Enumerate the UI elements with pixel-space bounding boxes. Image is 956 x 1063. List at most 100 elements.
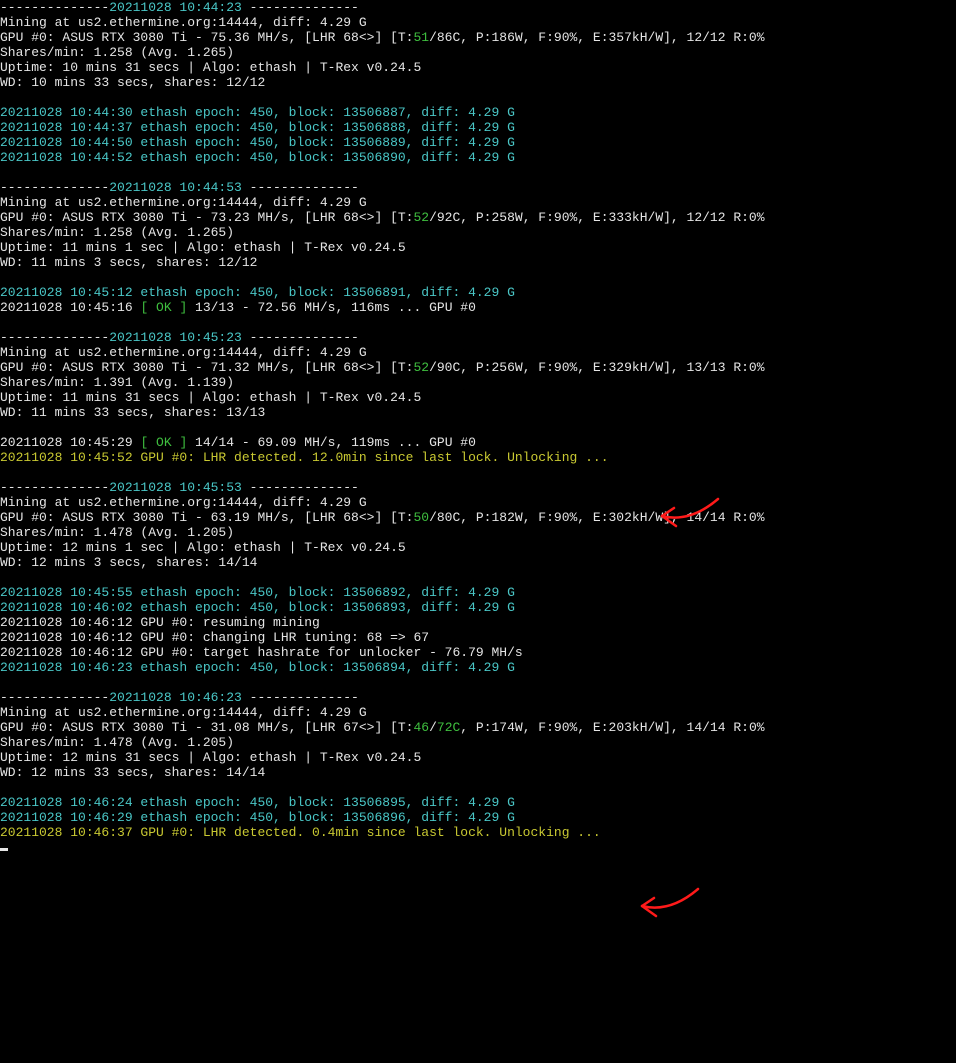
log-segment: 20211028 10:46:12 GPU #0: target hashrat…: [0, 645, 523, 660]
log-segment: Uptime: 11 mins 1 sec | Algo: ethash | T…: [0, 240, 406, 255]
log-segment: Mining at us2.ethermine.org:14444, diff:…: [0, 195, 367, 210]
log-segment: --------------: [242, 690, 359, 705]
log-segment: /92C, P:258W, F:90%, E:333kH/W], 12/12 R…: [429, 210, 764, 225]
log-segment: --------------: [0, 480, 109, 495]
log-line: 20211028 10:46:12 GPU #0: target hashrat…: [0, 645, 956, 660]
log-line: 20211028 10:45:12 ethash epoch: 450, blo…: [0, 285, 956, 300]
log-line: Shares/min: 1.478 (Avg. 1.205): [0, 525, 956, 540]
log-line: GPU #0: ASUS RTX 3080 Ti - 31.08 MH/s, […: [0, 720, 956, 735]
log-segment: 20211028 10:45:53: [109, 480, 242, 495]
log-line: [0, 165, 956, 180]
log-segment: 20211028 10:44:23: [109, 0, 242, 15]
log-line: Shares/min: 1.391 (Avg. 1.139): [0, 375, 956, 390]
log-segment: Shares/min: 1.478 (Avg. 1.205): [0, 525, 234, 540]
log-segment: Mining at us2.ethermine.org:14444, diff:…: [0, 15, 367, 30]
log-segment: --------------: [0, 690, 109, 705]
log-segment: Shares/min: 1.258 (Avg. 1.265): [0, 225, 234, 240]
log-line: GPU #0: ASUS RTX 3080 Ti - 73.23 MH/s, […: [0, 210, 956, 225]
log-line: 20211028 10:46:24 ethash epoch: 450, blo…: [0, 795, 956, 810]
log-segment: 20211028 10:44:53: [109, 180, 242, 195]
log-segment: --------------: [242, 0, 359, 15]
log-segment: WD: 12 mins 33 secs, shares: 14/14: [0, 765, 265, 780]
log-line: Uptime: 11 mins 1 sec | Algo: ethash | T…: [0, 240, 956, 255]
log-line: 20211028 10:44:30 ethash epoch: 450, blo…: [0, 105, 956, 120]
log-segment: 20211028 10:46:02 ethash epoch: 450, blo…: [0, 600, 515, 615]
log-segment: 20211028 10:46:24 ethash epoch: 450, blo…: [0, 795, 515, 810]
log-line: [0, 315, 956, 330]
log-line: 20211028 10:46:29 ethash epoch: 450, blo…: [0, 810, 956, 825]
log-line: 20211028 10:46:12 GPU #0: resuming minin…: [0, 615, 956, 630]
log-segment: --------------: [242, 480, 359, 495]
log-segment: --------------: [0, 330, 109, 345]
log-segment: GPU #0: ASUS RTX 3080 Ti - 71.32 MH/s, […: [0, 360, 413, 375]
log-line: 20211028 10:46:23 ethash epoch: 450, blo…: [0, 660, 956, 675]
log-line: [0, 780, 956, 795]
log-line: Mining at us2.ethermine.org:14444, diff:…: [0, 195, 956, 210]
log-segment: Mining at us2.ethermine.org:14444, diff:…: [0, 705, 367, 720]
log-line: GPU #0: ASUS RTX 3080 Ti - 75.36 MH/s, […: [0, 30, 956, 45]
log-line: Mining at us2.ethermine.org:14444, diff:…: [0, 15, 956, 30]
log-line: 20211028 10:45:52 GPU #0: LHR detected. …: [0, 450, 956, 465]
log-segment: Uptime: 12 mins 31 secs | Algo: ethash |…: [0, 750, 421, 765]
log-segment: Shares/min: 1.391 (Avg. 1.139): [0, 375, 234, 390]
log-line: Mining at us2.ethermine.org:14444, diff:…: [0, 495, 956, 510]
log-line: 20211028 10:45:55 ethash epoch: 450, blo…: [0, 585, 956, 600]
log-segment: 20211028 10:46:37 GPU #0: LHR detected. …: [0, 825, 601, 840]
log-line: Shares/min: 1.478 (Avg. 1.205): [0, 735, 956, 750]
log-segment: 20211028 10:44:30 ethash epoch: 450, blo…: [0, 105, 515, 120]
log-segment: 20211028 10:44:50 ethash epoch: 450, blo…: [0, 135, 515, 150]
log-line: WD: 12 mins 3 secs, shares: 14/14: [0, 555, 956, 570]
log-segment: 20211028 10:44:37 ethash epoch: 450, blo…: [0, 120, 515, 135]
log-segment: 20211028 10:46:12 GPU #0: changing LHR t…: [0, 630, 429, 645]
log-line: 20211028 10:44:37 ethash epoch: 450, blo…: [0, 120, 956, 135]
log-segment: 14/14 - 69.09 MH/s, 119ms ... GPU #0: [187, 435, 476, 450]
log-line: Uptime: 12 mins 31 secs | Algo: ethash |…: [0, 750, 956, 765]
log-segment: /80C, P:182W, F:90%, E:302kH/W], 14/14 R…: [429, 510, 764, 525]
cursor-line: [0, 840, 956, 855]
terminal-output[interactable]: --------------20211028 10:44:23 --------…: [0, 0, 956, 855]
log-segment: WD: 11 mins 33 secs, shares: 13/13: [0, 405, 265, 420]
log-line: 20211028 10:44:50 ethash epoch: 450, blo…: [0, 135, 956, 150]
log-line: Uptime: 10 mins 31 secs | Algo: ethash |…: [0, 60, 956, 75]
log-segment: Uptime: 10 mins 31 secs | Algo: ethash |…: [0, 60, 421, 75]
log-segment: /86C, P:186W, F:90%, E:357kH/W], 12/12 R…: [429, 30, 764, 45]
log-line: [0, 570, 956, 585]
log-segment: Shares/min: 1.258 (Avg. 1.265): [0, 45, 234, 60]
log-line: WD: 10 mins 33 secs, shares: 12/12: [0, 75, 956, 90]
log-segment: 52: [413, 210, 429, 225]
log-segment: 20211028 10:45:52 GPU #0: LHR detected. …: [0, 450, 609, 465]
log-line: --------------20211028 10:45:23 --------…: [0, 330, 956, 345]
log-line: --------------20211028 10:45:53 --------…: [0, 480, 956, 495]
log-line: 20211028 10:45:16 [ OK ] 13/13 - 72.56 M…: [0, 300, 956, 315]
log-segment: [ OK ]: [140, 300, 187, 315]
log-segment: 20211028 10:45:16: [0, 300, 140, 315]
log-segment: 20211028 10:44:52 ethash epoch: 450, blo…: [0, 150, 515, 165]
log-line: [0, 270, 956, 285]
log-line: [0, 465, 956, 480]
log-segment: 20211028 10:46:29 ethash epoch: 450, blo…: [0, 810, 515, 825]
log-segment: Uptime: 11 mins 31 secs | Algo: ethash |…: [0, 390, 421, 405]
log-line: Uptime: 11 mins 31 secs | Algo: ethash |…: [0, 390, 956, 405]
log-line: --------------20211028 10:46:23 --------…: [0, 690, 956, 705]
log-segment: 20211028 10:46:23 ethash epoch: 450, blo…: [0, 660, 515, 675]
log-segment: GPU #0: ASUS RTX 3080 Ti - 63.19 MH/s, […: [0, 510, 413, 525]
log-line: 20211028 10:46:37 GPU #0: LHR detected. …: [0, 825, 956, 840]
log-line: Shares/min: 1.258 (Avg. 1.265): [0, 225, 956, 240]
log-segment: Uptime: 12 mins 1 sec | Algo: ethash | T…: [0, 540, 406, 555]
log-line: Uptime: 12 mins 1 sec | Algo: ethash | T…: [0, 540, 956, 555]
log-line: [0, 90, 956, 105]
log-line: 20211028 10:46:12 GPU #0: changing LHR t…: [0, 630, 956, 645]
log-segment: Mining at us2.ethermine.org:14444, diff:…: [0, 345, 367, 360]
cursor-icon: [0, 848, 8, 851]
log-segment: Shares/min: 1.478 (Avg. 1.205): [0, 735, 234, 750]
log-segment: --------------: [0, 0, 109, 15]
log-line: 20211028 10:45:29 [ OK ] 14/14 - 69.09 M…: [0, 435, 956, 450]
log-segment: GPU #0: ASUS RTX 3080 Ti - 31.08 MH/s, […: [0, 720, 413, 735]
log-line: [0, 420, 956, 435]
log-segment: --------------: [242, 330, 359, 345]
log-line: [0, 675, 956, 690]
log-segment: Mining at us2.ethermine.org:14444, diff:…: [0, 495, 367, 510]
log-line: Shares/min: 1.258 (Avg. 1.265): [0, 45, 956, 60]
log-line: GPU #0: ASUS RTX 3080 Ti - 63.19 MH/s, […: [0, 510, 956, 525]
log-line: Mining at us2.ethermine.org:14444, diff:…: [0, 345, 956, 360]
